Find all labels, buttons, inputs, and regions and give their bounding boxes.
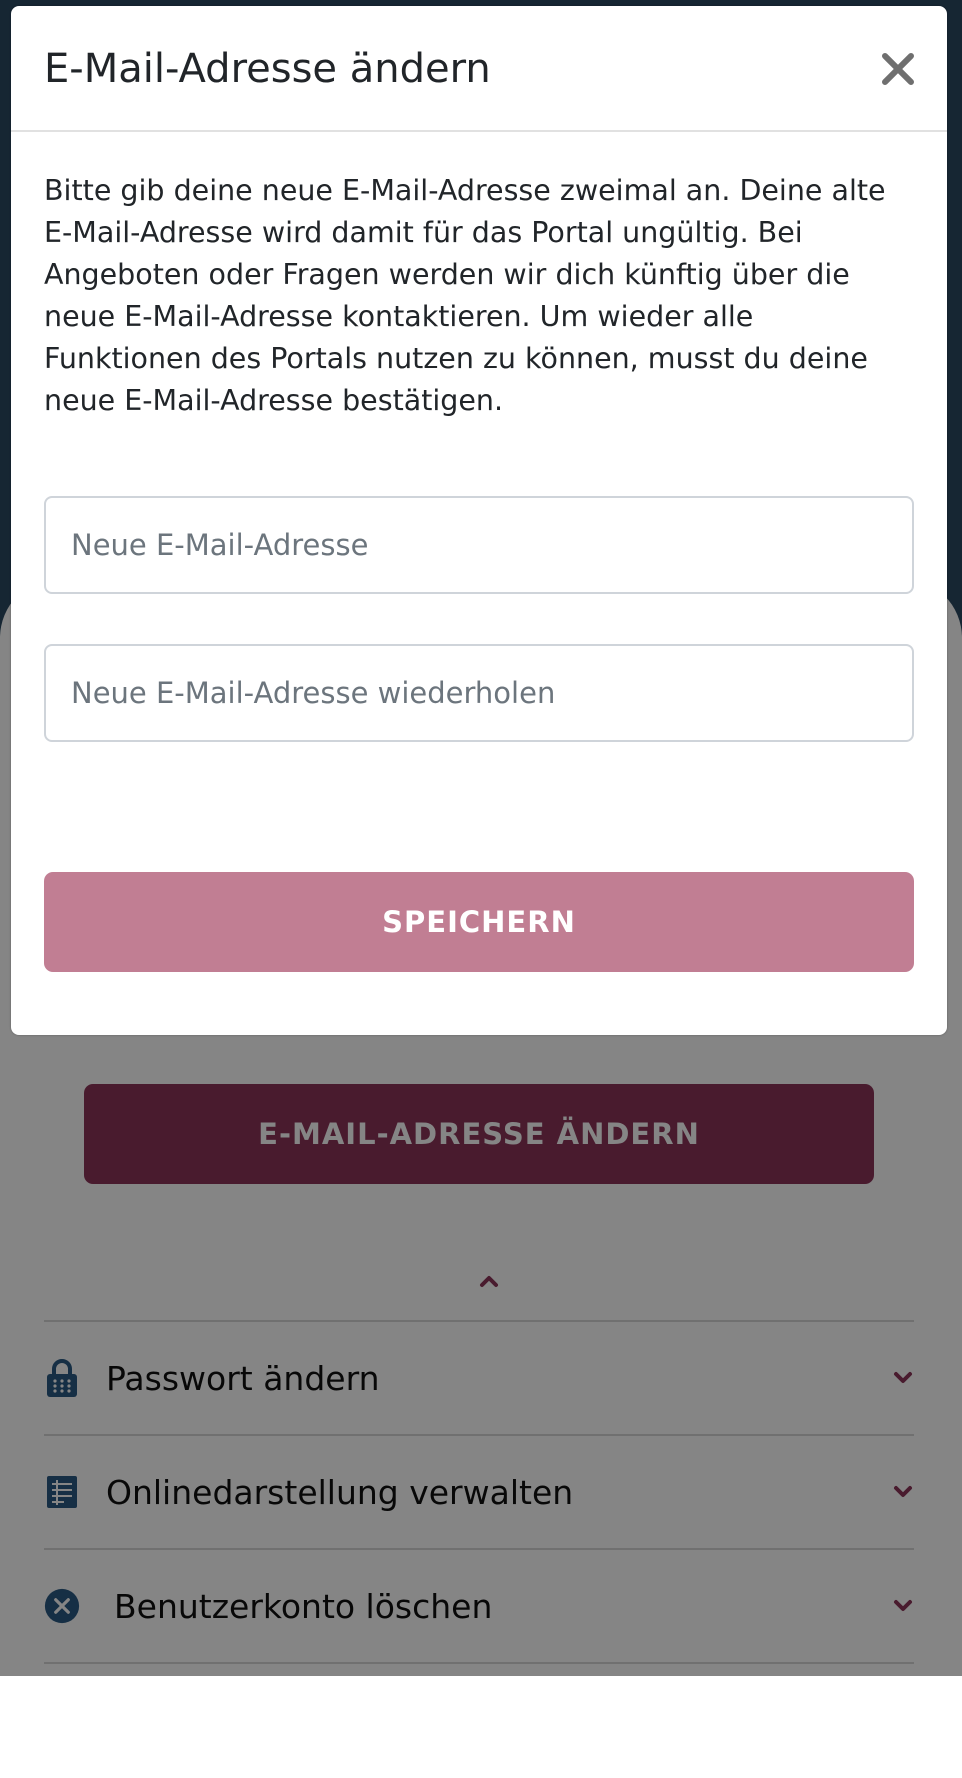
close-button[interactable]	[879, 50, 917, 88]
modal-title: E-Mail-Adresse ändern	[44, 46, 491, 92]
change-email-modal: E-Mail-Adresse ändern Bitte gib deine ne…	[11, 6, 947, 1035]
new-email-input[interactable]	[44, 496, 914, 594]
repeat-email-input[interactable]	[44, 644, 914, 742]
close-icon	[882, 53, 914, 85]
save-button[interactable]: SPEICHERN	[44, 872, 914, 972]
modal-header: E-Mail-Adresse ändern	[11, 6, 947, 132]
modal-description: Bitte gib deine neue E-Mail-Adresse zwei…	[44, 174, 886, 417]
